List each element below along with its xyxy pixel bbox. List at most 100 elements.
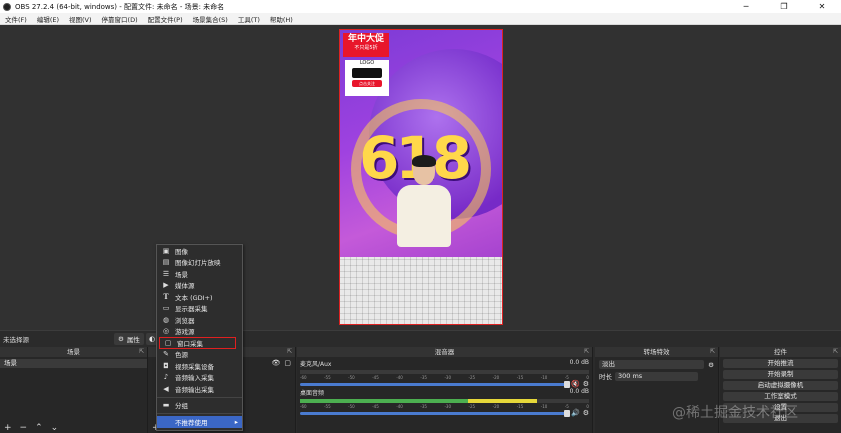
menu-item-window-capture[interactable]: ▢ 窗口采集 [159,337,236,349]
properties-button[interactable]: ⚙ 属性 [114,333,144,345]
duration-input[interactable]: 300 ms [615,371,698,381]
window-controls: ─ ❐ ✕ [727,0,841,13]
menu-item-audio-output[interactable]: ◀ 音频输出采集 [157,383,242,395]
filter-icon: ◐ [148,335,156,343]
mixer-title: 混音器 [434,348,455,356]
close-button[interactable]: ✕ [803,0,841,13]
start-recording-button[interactable]: 开始录制 [723,370,838,379]
camera-icon: ◘ [163,361,169,370]
studio-mode-button[interactable]: 工作室模式 [723,392,838,401]
lock-icon[interactable]: ▢ [284,359,291,368]
globe-icon: ◍ [162,315,170,324]
scene-item[interactable]: 场景 [0,359,147,368]
scenes-dock: 场景 ⇱ 场景 + − ⌃ ⌄ [0,347,148,433]
remove-scene-button[interactable]: − [20,423,28,433]
properties-label: 属性 [126,336,140,344]
mixer-channel-desktop: 桌面音频 0.0 dB -60 -55 -50 -45 -40 -35 -30 -25 -20 -1… [297,386,592,417]
minimize-button[interactable]: ─ [727,0,765,13]
menu-item-video-capture[interactable]: ◘ 视频采集设备 [157,360,242,372]
menu-item-deprecated[interactable]: 不推荐使用 ▸ [157,416,242,428]
folder-icon: ▬ [162,401,170,410]
volume-slider[interactable]: 🔊 ⚙ [300,409,589,417]
menu-item-slideshow[interactable]: ▤ 图像幻灯片放映 [157,257,242,269]
muted-speaker-icon[interactable]: 🔇 [571,380,580,388]
maximize-button[interactable]: ❐ [765,0,803,13]
menu-item-audio-input[interactable]: ♪ 音频输入采集 [157,372,242,384]
banner-subtitle: 不只是5折 [354,45,378,51]
logo-text: LOGO [359,60,375,66]
menu-profile[interactable]: 配置文件(P) [143,14,188,24]
scenes-title: 场景 [67,348,80,356]
dock-float-icon[interactable]: ⇱ [287,347,292,357]
channel-name: 桌面音频 [300,390,325,397]
promo-banner: 年中大促 不只是5折 [343,33,389,57]
presenter-figure [395,155,453,267]
dock-float-icon[interactable]: ⇱ [710,347,715,357]
menu-item-image[interactable]: ▣ 图像 [157,245,242,257]
dock-float-icon[interactable]: ⇱ [139,347,144,357]
menu-item-display-capture[interactable]: ▭ 显示器采集 [157,303,242,315]
menu-docks[interactable]: 停靠窗口(D) [97,14,143,24]
add-source-menu: ▣ 图像 ▤ 图像幻灯片放映 ☰ 场景 ▶ 媒体源 T 文本 (GDI+) ▭ 显示器采集 … [156,244,243,431]
preview-canvas[interactable]: 618 年中大促 不只是5折 LOGO 点击关注 [339,29,503,325]
window-title: OBS 27.2.4 (64-bit, windows) - 配置文件: 未命名… [15,2,225,11]
gear-icon[interactable]: ⚙ [583,409,589,417]
controls-header: 控件 ⇱ [720,347,841,357]
menu-item-color-source[interactable]: ✎ 色源 [157,349,242,361]
image-icon: ▣ [162,246,170,255]
mixer-channel-mic: 麦克风/Aux 0.0 dB -60 -55 -50 -45 -40 -35 -30 -25 -2… [297,357,592,388]
transition-select-row: 淡出 ⚙ [595,357,718,369]
move-down-button[interactable]: ⌄ [51,423,59,433]
dock-float-icon[interactable]: ⇱ [584,347,589,357]
add-scene-button[interactable]: + [4,423,12,433]
start-streaming-button[interactable]: 开始推流 [723,359,838,368]
menu-separator [157,413,242,414]
meter-ticks: -60 -55 -50 -45 -40 -35 -30 -25 -20 -15 -10 -5 0 [300,404,589,409]
gear-icon[interactable]: ⚙ [708,361,714,369]
menu-item-browser[interactable]: ◍ 浏览器 [157,314,242,326]
duration-row: 时长 300 ms [595,369,718,383]
transition-select[interactable]: 淡出 [599,360,705,369]
window-icon: ▢ [164,338,172,347]
follow-button: 点击关注 [352,80,382,87]
source-toolbar: 未选择源 ⚙ 属性 ◐ [0,330,841,348]
logo-card: LOGO 点击关注 [345,60,389,96]
meter-green [300,399,468,403]
menu-item-scene[interactable]: ☰ 场景 [157,268,242,280]
presenter-body [397,185,451,247]
menu-help[interactable]: 帮助(H) [265,14,298,24]
volume-slider[interactable]: 🔇 ⚙ [300,380,589,388]
duration-label: 时长 [599,373,612,381]
monitor-icon: ▭ [162,304,170,313]
scenes-footer: + − ⌃ ⌄ [0,423,147,433]
start-virtual-camera-button[interactable]: 启动虚拟摄像机 [723,381,838,390]
gear-icon[interactable]: ⚙ [583,380,589,388]
slider-knob[interactable] [564,409,570,417]
move-up-button[interactable]: ⌃ [35,423,43,433]
table-grid [339,257,503,325]
mixer-dock: 混音器 ⇱ 麦克风/Aux 0.0 dB -60 -55 -50 -45 -40 -35 -3… [297,347,593,433]
no-source-label: 未选择源 [3,336,29,344]
menu-edit[interactable]: 编辑(E) [32,14,64,24]
transitions-title: 转场特效 [643,348,670,356]
eye-icon[interactable]: 👁 [271,359,280,368]
slider-knob[interactable] [564,380,570,388]
menu-view[interactable]: 视图(V) [64,14,97,24]
menu-item-game-capture[interactable]: ◎ 游戏源 [157,326,242,338]
menu-file[interactable]: 文件(F) [0,14,32,24]
text-icon: T [163,292,169,302]
menu-item-group[interactable]: ▬ 分组 [157,400,242,412]
presenter-hair [412,155,436,167]
menu-scene-collection[interactable]: 场景集合(S) [188,14,233,24]
tmall-cat-icon [352,68,382,78]
speaker-icon[interactable]: 🔊 [571,409,580,417]
meter-ticks: -60 -55 -50 -45 -40 -35 -30 -25 -20 -15 -10 -5 0 [300,375,589,380]
play-icon: ▶ [163,281,169,290]
menu-item-text[interactable]: T 文本 (GDI+) [157,291,242,303]
banner-title: 年中大促 [347,34,384,44]
dock-float-icon[interactable]: ⇱ [833,347,838,357]
menu-tools[interactable]: 工具(T) [233,14,265,24]
transitions-header: 转场特效 ⇱ [595,347,718,357]
menu-item-media-source[interactable]: ▶ 媒体源 [157,280,242,292]
channel-db: 0.0 dB [569,388,589,395]
